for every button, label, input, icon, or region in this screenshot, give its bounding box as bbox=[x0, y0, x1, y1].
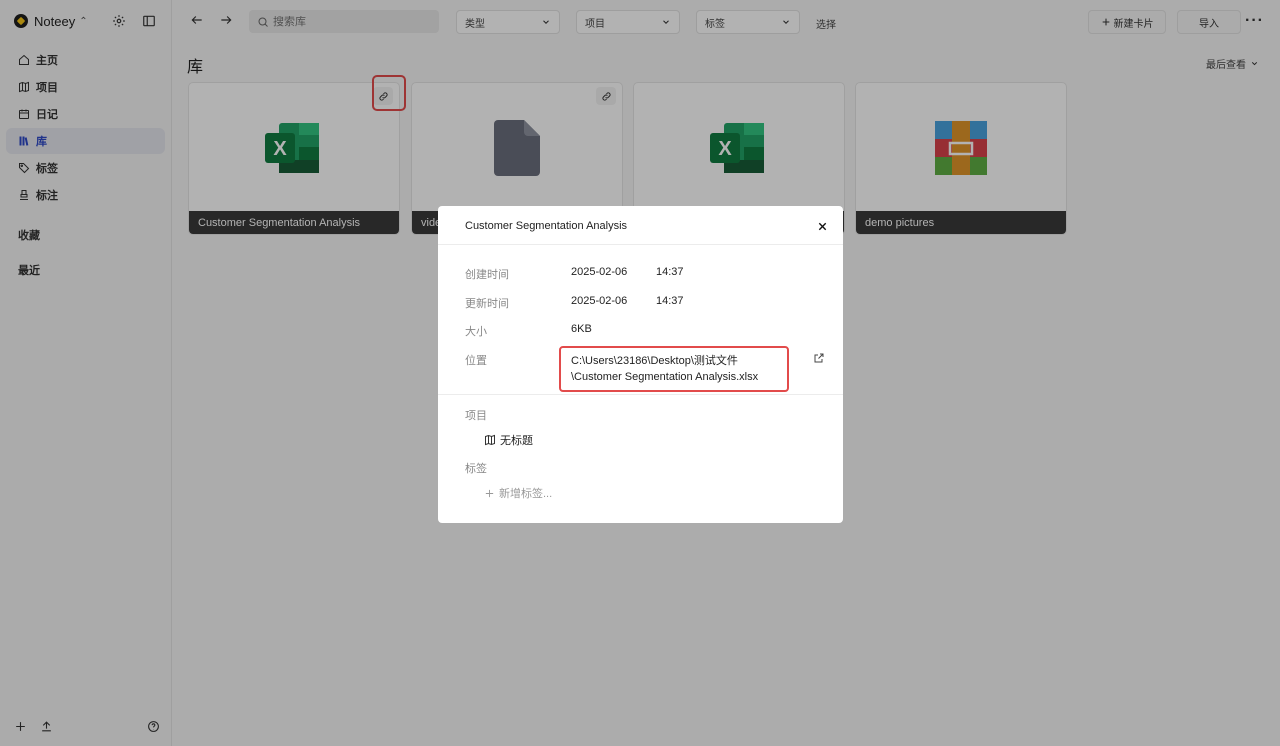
add-tag-label: 新增标签... bbox=[499, 488, 553, 500]
created-date: 2025-02-06 bbox=[571, 266, 628, 278]
project-item-label: 无标题 bbox=[500, 435, 533, 447]
location-label: 位置 bbox=[465, 355, 487, 367]
open-external-icon[interactable] bbox=[813, 352, 825, 367]
created-label: 创建时间 bbox=[465, 269, 509, 281]
created-time: 14:37 bbox=[656, 266, 684, 278]
file-info-modal: Customer Segmentation Analysis 创建时间 2025… bbox=[438, 206, 843, 523]
project-section-label: 项目 bbox=[465, 410, 487, 422]
close-icon[interactable] bbox=[817, 220, 828, 235]
modal-title: Customer Segmentation Analysis bbox=[465, 220, 628, 232]
size-label: 大小 bbox=[465, 326, 487, 338]
updated-time: 14:37 bbox=[656, 295, 684, 307]
location-path[interactable]: C:\Users\23186\Desktop\测试文件 \Customer Se… bbox=[559, 346, 789, 392]
tags-section-label: 标签 bbox=[465, 463, 487, 475]
map-icon bbox=[485, 434, 495, 446]
project-item[interactable]: 无标题 bbox=[484, 432, 533, 448]
updated-date: 2025-02-06 bbox=[571, 295, 628, 307]
add-tag-button[interactable]: 新增标签... bbox=[484, 485, 552, 501]
plus-icon bbox=[485, 489, 494, 497]
updated-label: 更新时间 bbox=[465, 298, 509, 310]
modal-divider bbox=[438, 394, 843, 395]
size-value: 6KB bbox=[571, 323, 592, 335]
modal-header: Customer Segmentation Analysis bbox=[438, 206, 843, 245]
location-path-line1: C:\Users\23186\Desktop\测试文件 bbox=[571, 355, 738, 367]
location-path-line2: \Customer Segmentation Analysis.xlsx bbox=[571, 371, 759, 383]
